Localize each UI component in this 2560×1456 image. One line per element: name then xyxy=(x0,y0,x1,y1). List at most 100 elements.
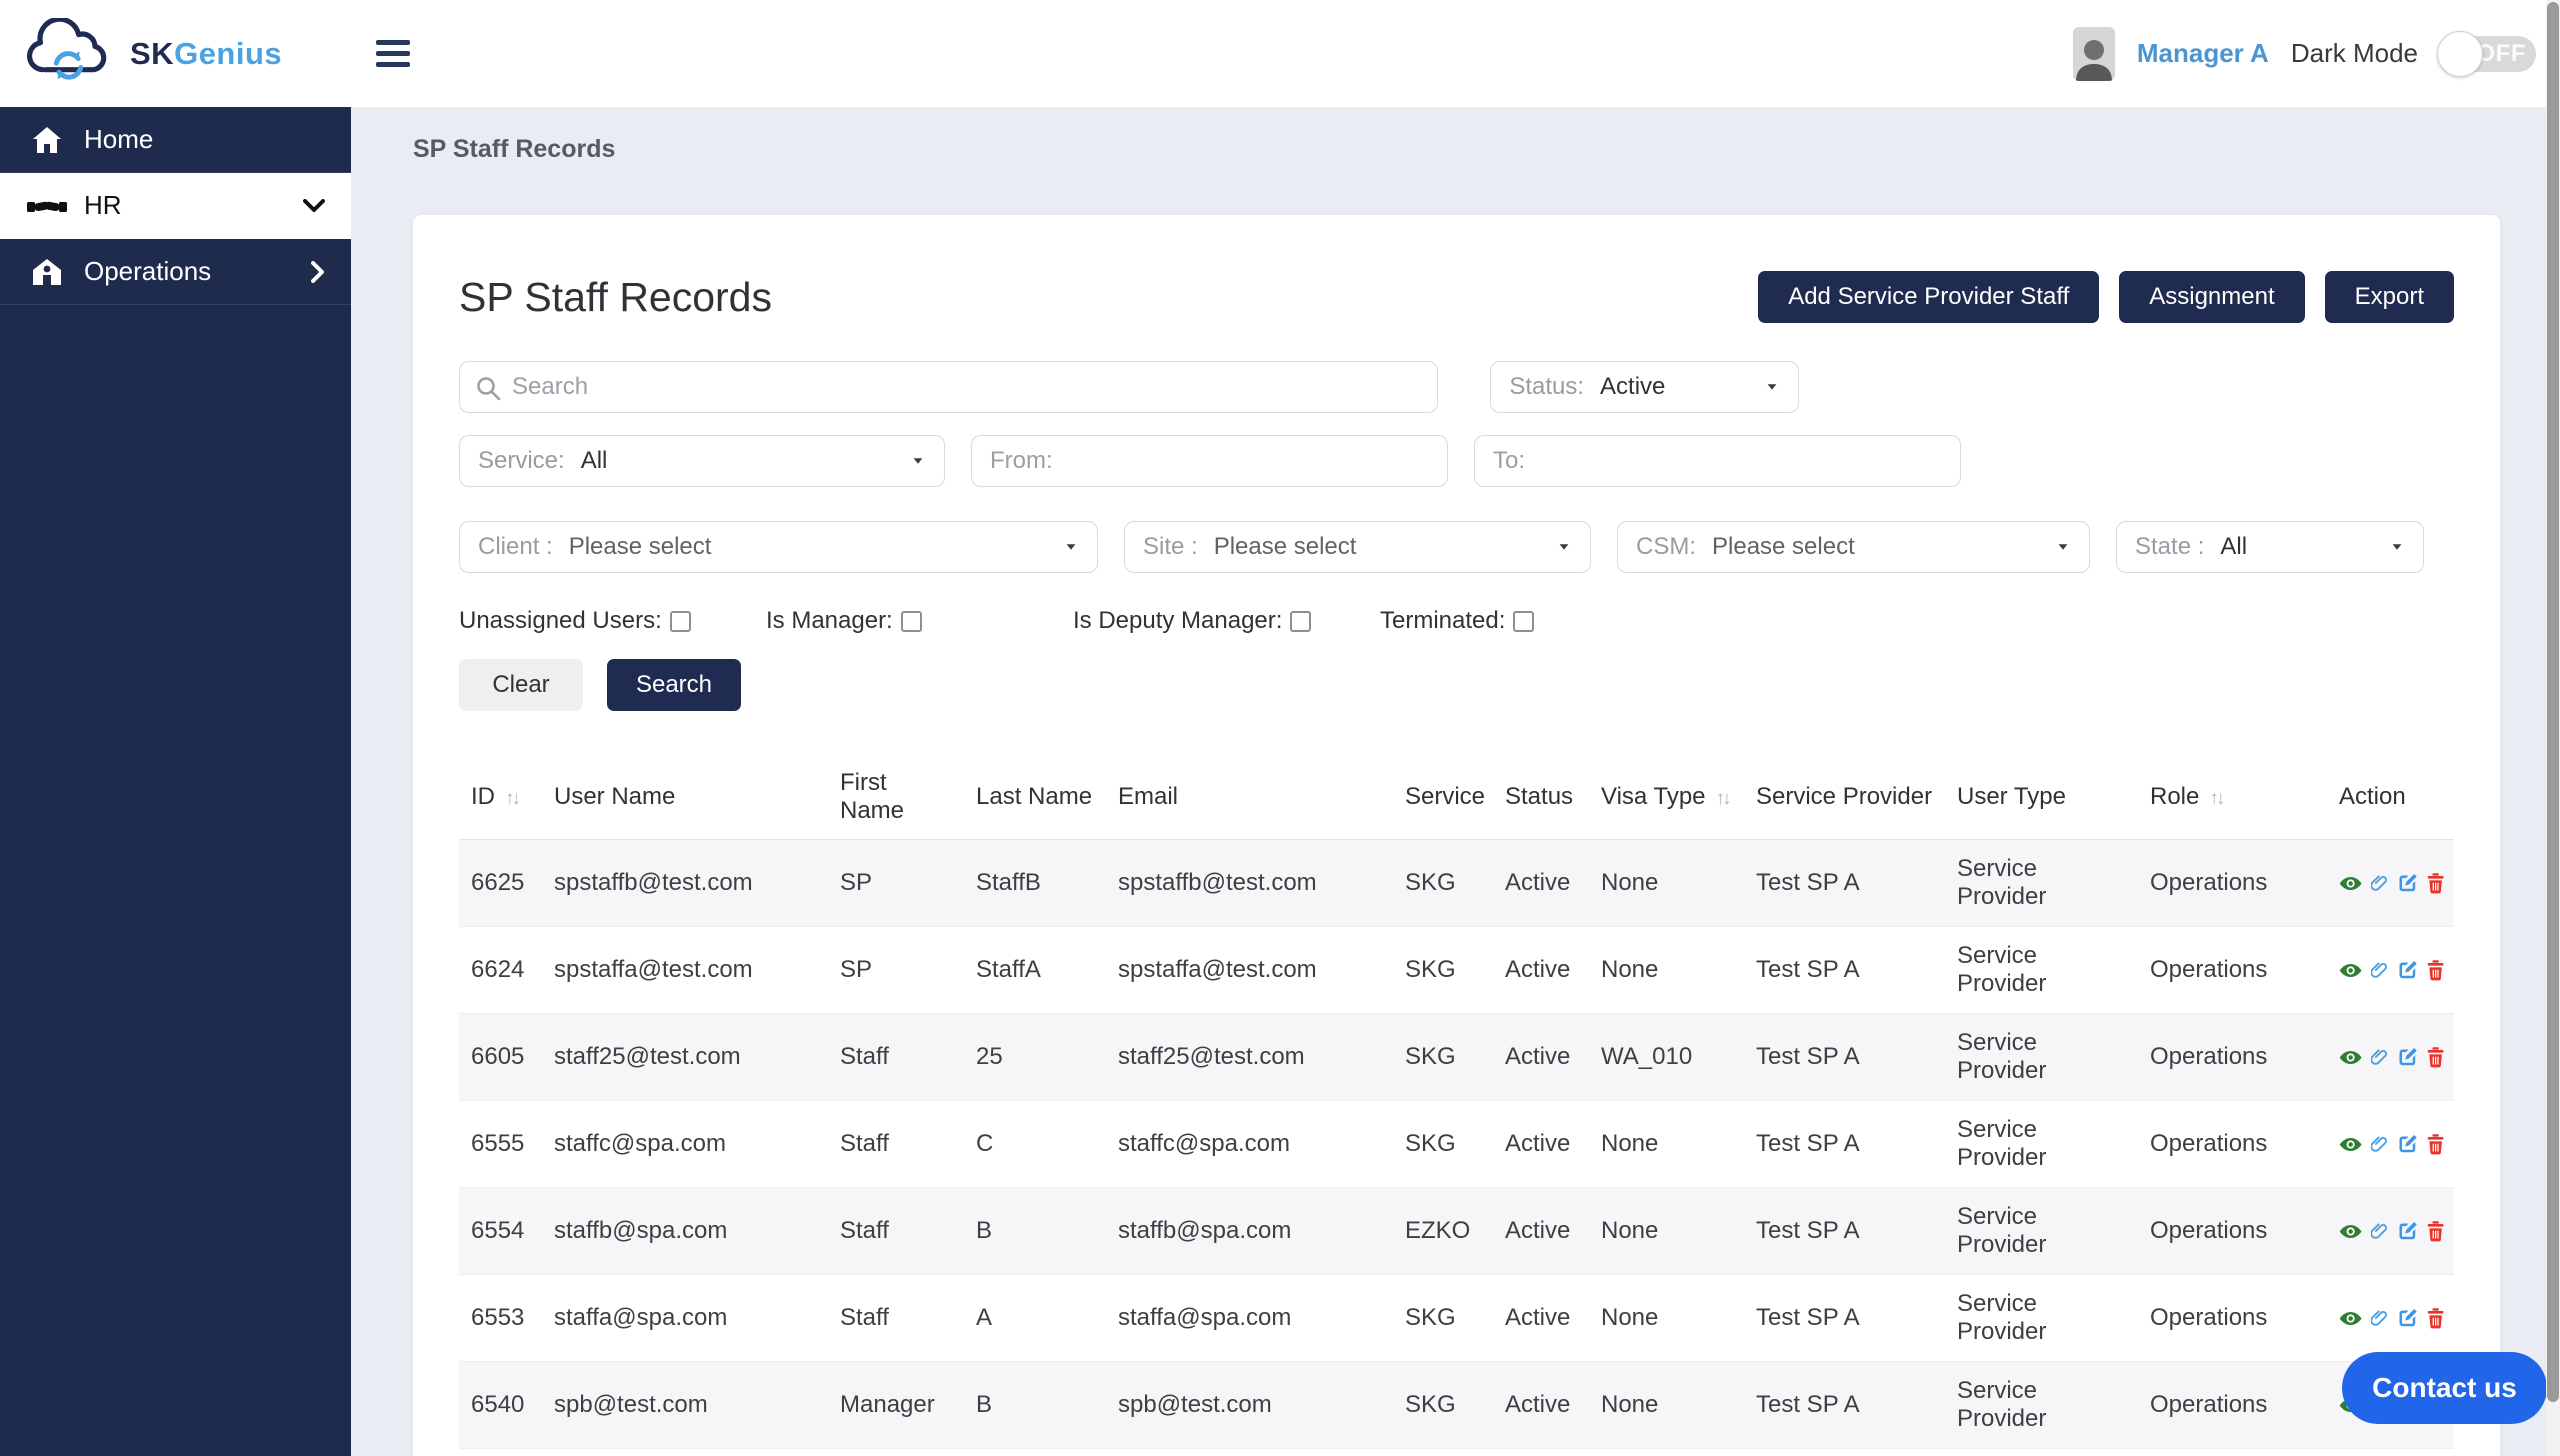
csm-select[interactable]: CSM: Please select xyxy=(1617,521,2090,573)
col-header-service: Service xyxy=(1395,755,1495,840)
edit-icon[interactable] xyxy=(2398,957,2418,983)
col-header-action: Action xyxy=(2329,755,2454,840)
delete-trash-icon[interactable] xyxy=(2427,1305,2444,1332)
cell-user-name: staff25@test.com xyxy=(544,1014,830,1101)
view-eye-icon[interactable] xyxy=(2339,1047,2362,1068)
edit-icon[interactable] xyxy=(2398,1305,2418,1331)
client-select[interactable]: Client : Please select xyxy=(459,521,1098,573)
view-eye-icon[interactable] xyxy=(2339,1221,2362,1242)
cell-first-name: Staff xyxy=(830,1188,966,1275)
status-select[interactable]: Status: Active xyxy=(1490,361,1798,413)
unassigned-users-checkbox[interactable] xyxy=(670,611,691,632)
is-manager-checkbox[interactable] xyxy=(901,611,922,632)
edit-icon[interactable] xyxy=(2398,1218,2418,1244)
search-field-wrap xyxy=(459,361,1438,413)
scrollbar-track[interactable] xyxy=(2546,0,2560,1456)
cell-id: 6624 xyxy=(459,927,544,1014)
edit-icon[interactable] xyxy=(2398,1044,2418,1070)
sidebar-item-label: Operations xyxy=(84,256,211,287)
staff-records-table: ID↑↓ User Name First Name Last Name Emai… xyxy=(459,755,2454,1456)
assignment-button[interactable]: Assignment xyxy=(2119,271,2304,323)
cell-user-name: spa@test.com xyxy=(544,1449,830,1456)
view-eye-icon[interactable] xyxy=(2339,1308,2362,1329)
delete-trash-icon[interactable] xyxy=(2427,957,2444,984)
user-avatar[interactable] xyxy=(2073,27,2115,81)
edit-icon[interactable] xyxy=(2398,1131,2418,1157)
cell-email: staff25@test.com xyxy=(1108,1014,1395,1101)
attachment-paperclip-icon[interactable] xyxy=(2371,957,2389,983)
sidebar-item-operations[interactable]: Operations xyxy=(0,239,351,305)
cell-service: EZKO xyxy=(1395,1188,1495,1275)
delete-trash-icon[interactable] xyxy=(2427,1131,2444,1158)
view-eye-icon[interactable] xyxy=(2339,873,2362,894)
chevron-down-icon xyxy=(303,199,325,213)
terminated-checkbox[interactable] xyxy=(1513,611,1534,632)
cell-email: staffc@spa.com xyxy=(1108,1101,1395,1188)
attachment-paperclip-icon[interactable] xyxy=(2371,1044,2389,1070)
dark-mode-toggle[interactable]: OFF xyxy=(2440,36,2536,72)
cell-role: Operations xyxy=(2140,927,2329,1014)
contact-us-button[interactable]: Contact us xyxy=(2342,1352,2547,1424)
attachment-paperclip-icon[interactable] xyxy=(2371,870,2389,896)
attachment-paperclip-icon[interactable] xyxy=(2371,1218,2389,1244)
from-date-input[interactable] xyxy=(971,435,1448,487)
breadcrumb: SP Staff Records xyxy=(413,135,2500,169)
view-eye-icon[interactable] xyxy=(2339,1134,2362,1155)
cell-first-name: Staff xyxy=(830,1275,966,1362)
cell-id: 6605 xyxy=(459,1014,544,1101)
cell-status: Active xyxy=(1495,1449,1591,1456)
cell-visa-type: None xyxy=(1591,1275,1746,1362)
cell-id: 6535 xyxy=(459,1449,544,1456)
service-select[interactable]: Service: All xyxy=(459,435,945,487)
view-eye-icon[interactable] xyxy=(2339,960,2362,981)
page-title: SP Staff Records xyxy=(459,274,772,321)
cell-status: Active xyxy=(1495,1188,1591,1275)
cell-email: staffb@spa.com xyxy=(1108,1188,1395,1275)
brand-logo[interactable]: SKGenius xyxy=(24,18,354,89)
sort-icon[interactable]: ↑↓ xyxy=(1716,788,1729,809)
edit-icon[interactable] xyxy=(2398,870,2418,896)
user-name-link[interactable]: Manager A xyxy=(2137,38,2269,69)
sidebar-item-home[interactable]: Home xyxy=(0,107,351,173)
cell-last-name: B xyxy=(966,1188,1108,1275)
attachment-paperclip-icon[interactable] xyxy=(2371,1305,2389,1331)
cell-service-provider: Test SP A xyxy=(1746,927,1947,1014)
delete-trash-icon[interactable] xyxy=(2427,870,2444,897)
delete-trash-icon[interactable] xyxy=(2427,1218,2444,1245)
caret-down-icon xyxy=(2059,544,2068,550)
cell-id: 6540 xyxy=(459,1362,544,1449)
add-service-provider-staff-button[interactable]: Add Service Provider Staff xyxy=(1758,271,2099,323)
toggle-knob[interactable] xyxy=(2437,31,2483,77)
sidebar-item-hr[interactable]: HR xyxy=(0,173,351,239)
cell-role: Operations xyxy=(2140,1449,2329,1456)
terminated-checkbox-field: Terminated: xyxy=(1380,607,1534,635)
cell-user-type: Service Provider xyxy=(1947,927,2140,1014)
attachment-paperclip-icon[interactable] xyxy=(2371,1131,2389,1157)
cell-status: Active xyxy=(1495,840,1591,927)
search-input[interactable] xyxy=(459,361,1438,413)
cell-user-type: Service Provider xyxy=(1947,1101,2140,1188)
hamburger-menu-icon[interactable] xyxy=(376,40,410,67)
cell-service: SKG xyxy=(1395,1014,1495,1101)
delete-trash-icon[interactable] xyxy=(2427,1044,2444,1071)
export-button[interactable]: Export xyxy=(2325,271,2454,323)
table-row: 6540 spb@test.com Manager B spb@test.com… xyxy=(459,1362,2454,1449)
handshake-icon xyxy=(26,194,68,218)
cell-service-provider: Test SP A xyxy=(1746,1188,1947,1275)
sort-icon[interactable]: ↑↓ xyxy=(2209,788,2222,809)
clear-button[interactable]: Clear xyxy=(459,659,583,711)
search-button[interactable]: Search xyxy=(607,659,741,711)
state-select[interactable]: State : All xyxy=(2116,521,2424,573)
table-row: 6554 staffb@spa.com Staff B staffb@spa.c… xyxy=(459,1188,2454,1275)
sort-icon[interactable]: ↑↓ xyxy=(505,788,518,809)
to-date-input[interactable] xyxy=(1474,435,1961,487)
caret-down-icon xyxy=(2393,544,2402,550)
home-icon xyxy=(26,126,68,154)
scrollbar-thumb[interactable] xyxy=(2547,2,2559,1402)
table-row: 6625 spstaffb@test.com SP StaffB spstaff… xyxy=(459,840,2454,927)
is-deputy-manager-checkbox[interactable] xyxy=(1290,611,1311,632)
site-select[interactable]: Site : Please select xyxy=(1124,521,1591,573)
cell-last-name: StaffA xyxy=(966,927,1108,1014)
cell-role: Operations xyxy=(2140,1014,2329,1101)
col-header-service-provider: Service Provider xyxy=(1746,755,1947,840)
